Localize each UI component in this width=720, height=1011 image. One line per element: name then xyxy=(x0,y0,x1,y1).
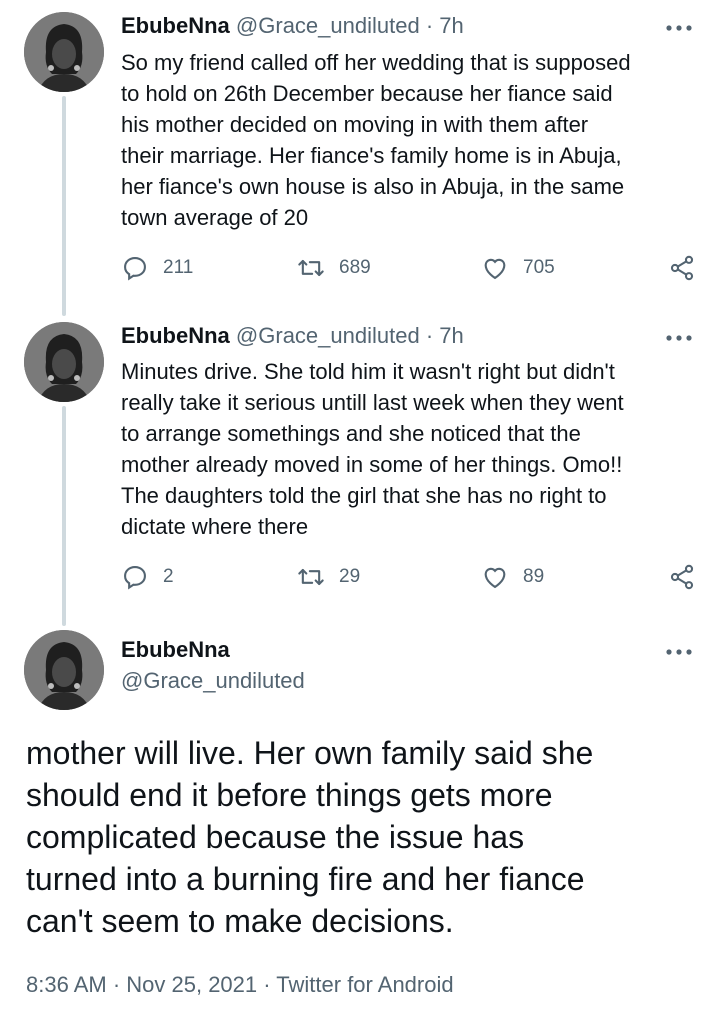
share-button[interactable] xyxy=(668,563,696,596)
tweet-time[interactable]: 7h xyxy=(439,13,463,38)
retweet-icon xyxy=(298,259,324,277)
thread-line xyxy=(62,406,66,626)
profile-photo xyxy=(24,630,104,710)
user-handle[interactable]: @Grace_undiluted xyxy=(236,323,420,348)
reply-button[interactable]: 2 xyxy=(121,561,174,593)
separator-dot: · xyxy=(425,13,434,38)
tweet-timestamp[interactable]: 8:36 AM · Nov 25, 2021 · Twitter for And… xyxy=(26,970,454,1000)
tweet-text: mother will live. Her own family said sh… xyxy=(26,732,706,942)
reply-button[interactable]: 211 xyxy=(121,252,193,284)
text-line: mother already moved in some of her thin… xyxy=(121,452,623,477)
text-line: can't seem to make decisions. xyxy=(26,903,454,939)
heart-icon xyxy=(484,258,506,280)
text-line: their marriage. Her fiance's family home… xyxy=(121,143,622,168)
retweet-button[interactable]: 29 xyxy=(297,561,360,593)
tweet-actions: 211 689 705 xyxy=(121,252,696,284)
like-count: 705 xyxy=(523,257,555,278)
text-line: The daughters told the girl that she has… xyxy=(121,483,607,508)
retweet-icon xyxy=(298,568,324,586)
text-line: town average of 20 xyxy=(121,205,309,230)
heart-icon xyxy=(484,567,506,589)
reply-count: 211 xyxy=(163,257,194,278)
separator-dot: · xyxy=(425,323,434,348)
like-button[interactable]: 89 xyxy=(481,561,544,593)
more-horizontal-icon[interactable] xyxy=(664,328,694,348)
profile-photo xyxy=(24,12,104,92)
retweet-button[interactable]: 689 xyxy=(297,252,371,284)
display-name[interactable]: EbubeNna xyxy=(121,323,230,348)
reply-icon xyxy=(124,257,146,281)
tweet-text: So my friend called off her wedding that… xyxy=(121,47,701,233)
text-line: to hold on 26th December because her fia… xyxy=(121,81,613,106)
text-line: complicated because the issue has xyxy=(26,819,525,855)
share-icon xyxy=(670,564,694,590)
avatar[interactable] xyxy=(24,322,104,402)
text-line: mother will live. Her own family said sh… xyxy=(26,735,594,771)
user-handle[interactable]: @Grace_undiluted xyxy=(121,667,305,695)
text-line: turned into a burning fire and her fianc… xyxy=(26,861,585,897)
profile-photo xyxy=(24,322,104,402)
tweet-header: EbubeNna @Grace_undiluted · 7h xyxy=(121,322,464,350)
tweet-time[interactable]: 7h xyxy=(439,323,463,348)
avatar[interactable] xyxy=(24,12,104,92)
display-name[interactable]: EbubeNna xyxy=(121,13,230,38)
user-handle[interactable]: @Grace_undiluted xyxy=(236,13,420,38)
reply-count: 2 xyxy=(163,566,174,587)
tweet-header: EbubeNna @Grace_undiluted · 7h xyxy=(121,12,464,40)
thread-line xyxy=(62,96,66,316)
display-name[interactable]: EbubeNna xyxy=(121,636,230,664)
like-count: 89 xyxy=(523,566,545,587)
avatar[interactable] xyxy=(24,630,104,710)
retweet-count: 29 xyxy=(339,566,361,587)
share-icon xyxy=(670,255,694,281)
text-line: should end it before things gets more xyxy=(26,777,553,813)
tweet-text: Minutes drive. She told him it wasn't ri… xyxy=(121,356,701,542)
like-button[interactable]: 705 xyxy=(481,252,555,284)
text-line: her fiance's own house is also in Abuja,… xyxy=(121,174,625,199)
text-line: really take it serious untill last week … xyxy=(121,390,624,415)
more-horizontal-icon[interactable] xyxy=(664,642,694,662)
text-line: to arrange somethings and she noticed th… xyxy=(121,421,581,446)
text-line: So my friend called off her wedding that… xyxy=(121,50,631,75)
tweet-actions: 2 29 89 xyxy=(121,561,696,593)
more-horizontal-icon[interactable] xyxy=(664,18,694,38)
text-line: dictate where there xyxy=(121,514,309,539)
reply-icon xyxy=(124,566,146,590)
text-line: his mother decided on moving in with the… xyxy=(121,112,589,137)
share-button[interactable] xyxy=(668,254,696,287)
text-line: Minutes drive. She told him it wasn't ri… xyxy=(121,359,615,384)
retweet-count: 689 xyxy=(339,257,371,278)
